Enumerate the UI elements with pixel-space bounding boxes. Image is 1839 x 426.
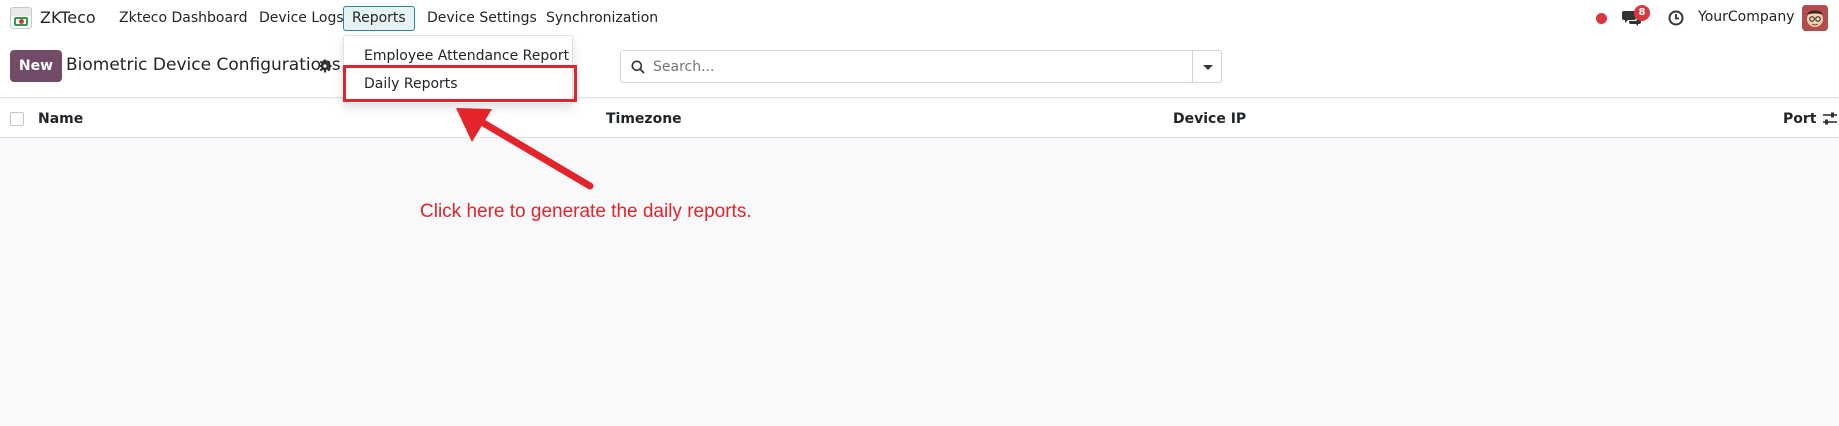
- company-switcher[interactable]: YourCompany: [1698, 9, 1795, 25]
- avatar-icon[interactable]: [1802, 5, 1828, 31]
- highlight-box: [343, 65, 577, 102]
- nav-item-synchronization[interactable]: Synchronization: [537, 6, 667, 31]
- column-header-timezone[interactable]: Timezone: [606, 111, 682, 127]
- search-options-toggle[interactable]: [1192, 50, 1222, 83]
- search-input[interactable]: [653, 57, 1173, 77]
- menu-item-employee-attendance-report[interactable]: Employee Attendance Report: [364, 48, 569, 64]
- control-panel: New Biometric Device Configurations: [0, 36, 1839, 98]
- column-header-name[interactable]: Name: [38, 111, 83, 127]
- column-header-port[interactable]: Port: [1783, 111, 1816, 127]
- annotation-text: Click here to generate the daily reports…: [420, 201, 752, 222]
- new-button[interactable]: New: [10, 50, 62, 82]
- top-navbar: ZKTeco Zkteco Dashboard Device Logs Repo…: [0, 0, 1839, 36]
- list-table-header: Name Timezone Device IP Port: [0, 100, 1839, 138]
- search-icon: [631, 60, 645, 74]
- record-icon[interactable]: [1596, 13, 1607, 24]
- nav-item-device-settings[interactable]: Device Settings: [418, 6, 546, 31]
- search-bar: [620, 50, 1193, 83]
- clock-icon[interactable]: [1668, 10, 1684, 26]
- nav-item-reports[interactable]: Reports: [343, 6, 415, 31]
- app-name[interactable]: ZKTeco: [40, 8, 96, 27]
- caret-down-icon: [1203, 65, 1213, 70]
- nav-item-device-logs[interactable]: Device Logs: [250, 6, 353, 31]
- column-header-device-ip[interactable]: Device IP: [1173, 111, 1246, 127]
- select-all-checkbox[interactable]: [10, 112, 24, 126]
- chat-count-badge: 8: [1634, 5, 1650, 21]
- app-logo-icon[interactable]: [10, 7, 32, 29]
- arrow-icon: [456, 108, 594, 190]
- nav-item-zkteco-dashboard[interactable]: Zkteco Dashboard: [110, 6, 256, 31]
- column-settings-icon[interactable]: [1822, 111, 1838, 127]
- gear-icon[interactable]: [318, 59, 332, 73]
- page-title: Biometric Device Configurations: [66, 55, 341, 75]
